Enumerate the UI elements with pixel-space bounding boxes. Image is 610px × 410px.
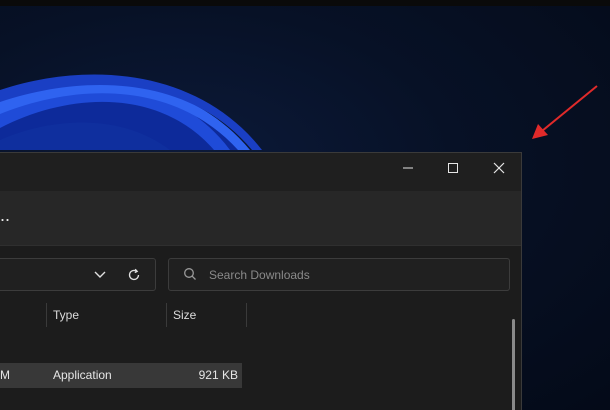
maximize-button[interactable] <box>430 153 476 183</box>
minimize-button[interactable] <box>385 153 431 183</box>
close-icon <box>493 162 505 174</box>
search-input[interactable]: Search Downloads <box>168 258 510 291</box>
maximize-icon <box>448 163 458 173</box>
address-row: Search Downloads <box>0 246 521 298</box>
column-headers: Type Size <box>0 299 500 329</box>
desktop: .. Search Downloads Type Size M Applicat… <box>0 0 610 410</box>
column-header-size[interactable]: Size <box>173 307 196 323</box>
search-placeholder: Search Downloads <box>209 268 310 282</box>
search-icon <box>184 268 196 280</box>
file-name: M <box>0 368 10 382</box>
more-options-button[interactable]: .. <box>0 205 12 225</box>
file-type: Application <box>53 368 112 382</box>
chevron-down-icon[interactable] <box>93 269 107 281</box>
refresh-icon[interactable] <box>127 268 141 282</box>
file-row[interactable]: M Application 921 KB <box>0 363 242 388</box>
file-size: 921 KB <box>198 368 238 382</box>
file-explorer-window: .. Search Downloads Type Size M Applicat… <box>0 152 522 410</box>
column-header-type[interactable]: Type <box>53 307 79 323</box>
column-divider[interactable] <box>246 303 247 327</box>
vertical-scrollbar[interactable] <box>512 319 515 410</box>
column-divider[interactable] <box>46 303 47 327</box>
minimize-icon <box>403 167 413 169</box>
title-bar[interactable] <box>0 153 521 191</box>
close-button[interactable] <box>476 153 522 183</box>
command-bar: .. <box>0 191 521 246</box>
column-divider[interactable] <box>166 303 167 327</box>
address-bar[interactable] <box>0 258 156 291</box>
